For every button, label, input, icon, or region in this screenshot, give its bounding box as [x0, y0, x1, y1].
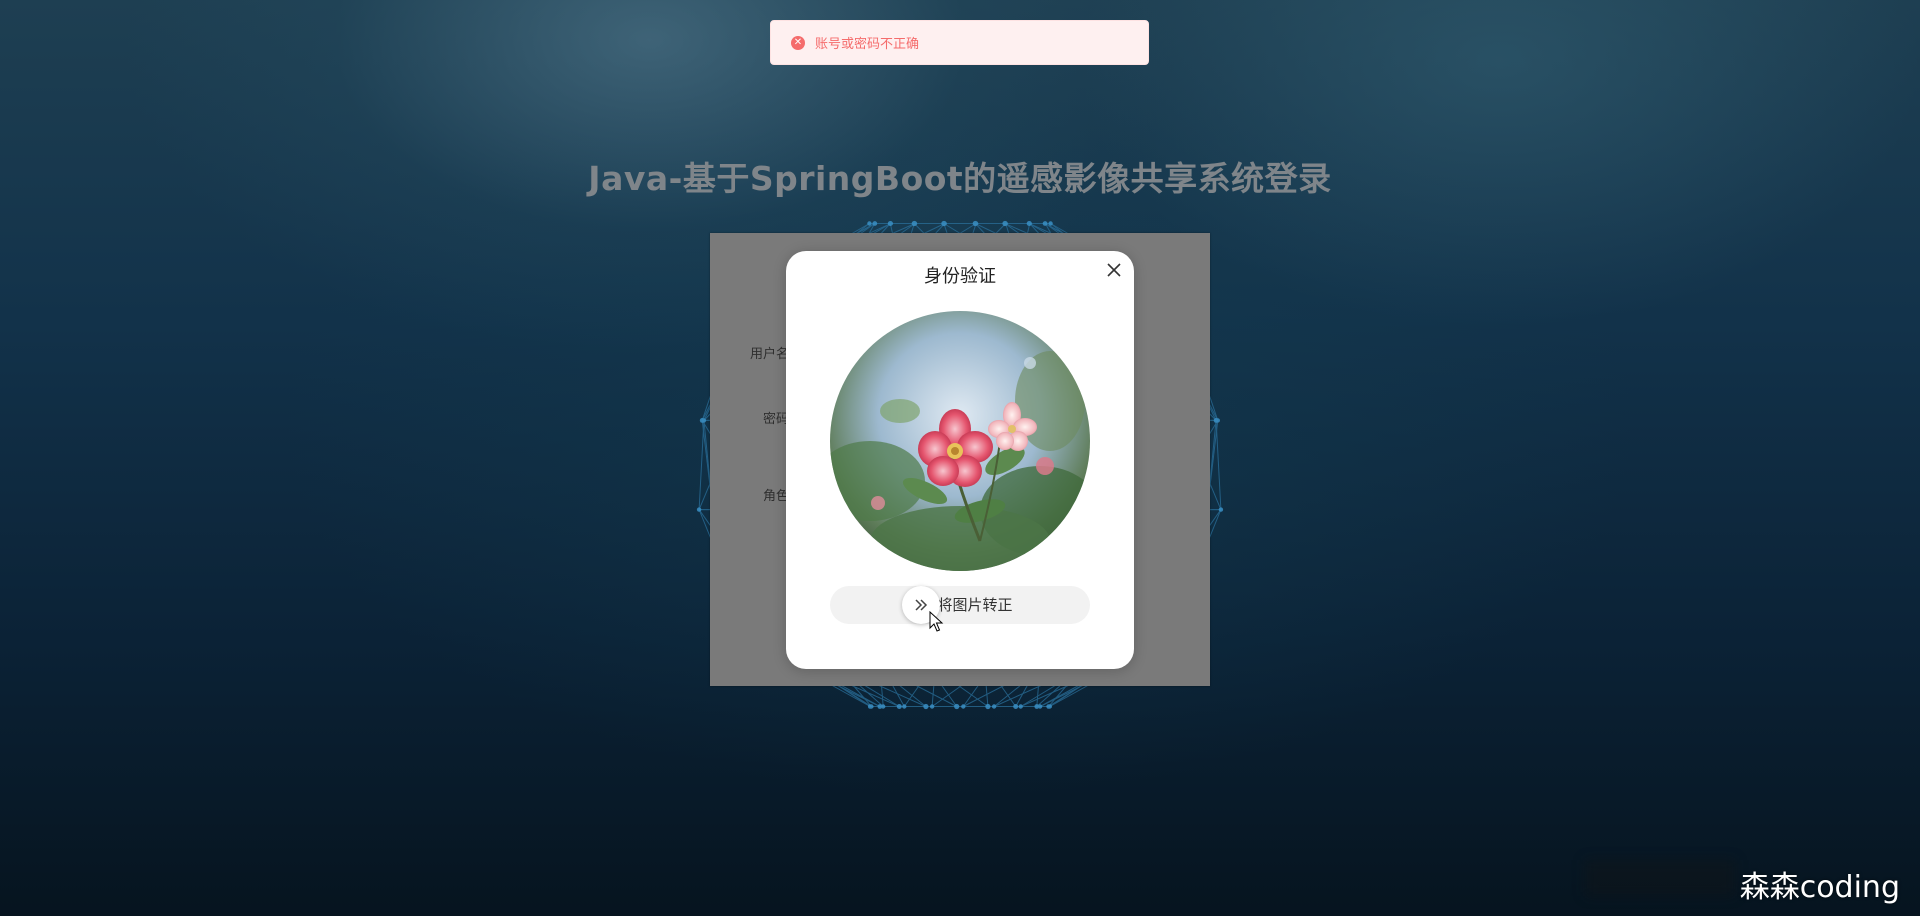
dialog-title: 身份验证 — [924, 266, 996, 287]
verify-dialog: 身份验证 拖动将图片转正 — [786, 251, 1134, 669]
watermark-text: 森森coding — [1739, 870, 1900, 905]
mouse-cursor-icon — [929, 611, 944, 632]
role-label: 角色 — [763, 489, 788, 504]
rotate-captcha-image — [830, 311, 1090, 571]
rotate-slider-track[interactable]: 拖动将图片转正 — [830, 586, 1090, 624]
error-circle-icon: ✕ — [791, 35, 805, 50]
error-toast: ✕ 账号或密码不正确 — [770, 20, 1149, 65]
password-label: 密码 — [763, 412, 788, 427]
page-title: Java-基于SpringBoot的遥感影像共享系统登录 — [588, 159, 1332, 198]
toast-message: 账号或密码不正确 — [815, 37, 920, 52]
slider-label: 拖动将图片转正 — [907, 596, 1013, 614]
close-icon[interactable] — [1104, 260, 1124, 280]
username-label: 用户名 — [750, 347, 788, 362]
blurred-watermark-region — [1585, 860, 1735, 896]
